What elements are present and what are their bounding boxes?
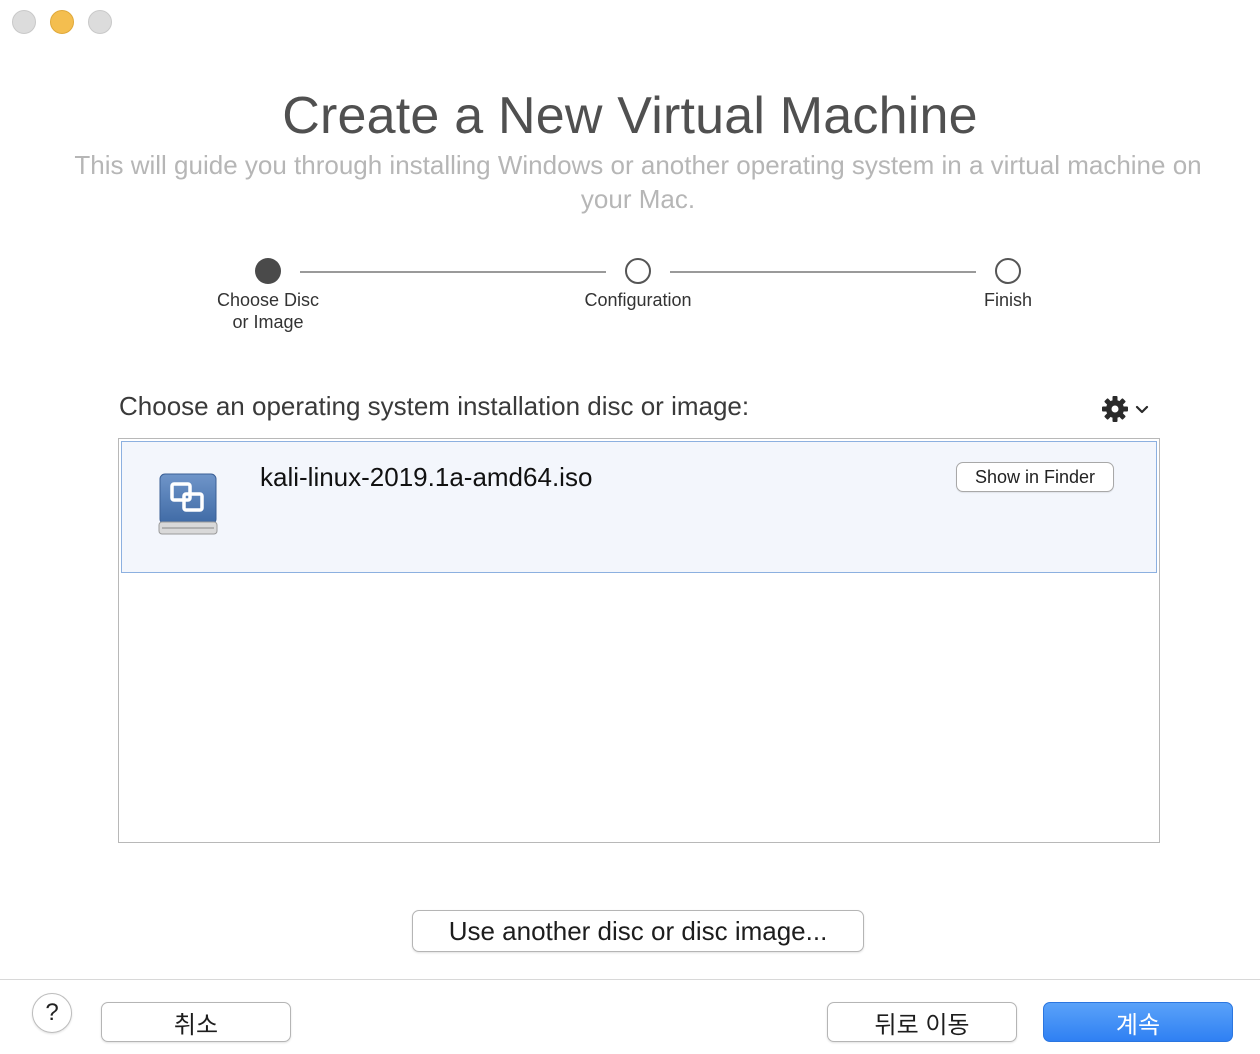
step-indicator-configuration	[625, 258, 651, 284]
page-subtitle: This will guide you through installing W…	[74, 150, 1202, 214]
step-label-configuration: Configuration	[584, 290, 692, 310]
gear-icon	[1102, 396, 1128, 422]
close-window-button[interactable]	[12, 10, 36, 34]
chooser-label: Choose an operating system installation …	[119, 391, 750, 421]
footer-divider	[0, 979, 1260, 980]
progress-steps: Choose Disc or Image Configuration Finis…	[0, 258, 1260, 348]
chevron-down-icon	[1135, 405, 1149, 414]
step-label-finish: Finish	[983, 290, 1032, 310]
list-item[interactable]: kali-linux-2019.1a-amd64.iso Show in Fin…	[121, 441, 1157, 573]
step-connector	[670, 271, 976, 273]
minimize-window-button[interactable]	[50, 10, 74, 34]
show-in-finder-button[interactable]: Show in Finder	[956, 462, 1114, 492]
step-label-choose-disc: Choose Disc or Image	[216, 290, 320, 332]
step-connector	[300, 271, 606, 273]
step-indicator-finish	[995, 258, 1021, 284]
window-controls	[12, 10, 112, 34]
help-button[interactable]: ?	[32, 993, 72, 1033]
gear-menu-button[interactable]	[1100, 394, 1160, 424]
disc-image-icon	[158, 473, 218, 535]
disc-image-list[interactable]: kali-linux-2019.1a-amd64.iso Show in Fin…	[118, 438, 1160, 843]
step-indicator-active	[255, 258, 281, 284]
disc-image-filename: kali-linux-2019.1a-amd64.iso	[260, 462, 593, 492]
zoom-window-button[interactable]	[88, 10, 112, 34]
use-another-disc-button[interactable]: Use another disc or disc image...	[412, 910, 864, 952]
cancel-button[interactable]: 취소	[101, 1002, 291, 1042]
back-button[interactable]: 뒤로 이동	[827, 1002, 1017, 1042]
page-title: Create a New Virtual Machine	[282, 87, 978, 145]
continue-button[interactable]: 계속	[1043, 1002, 1233, 1042]
